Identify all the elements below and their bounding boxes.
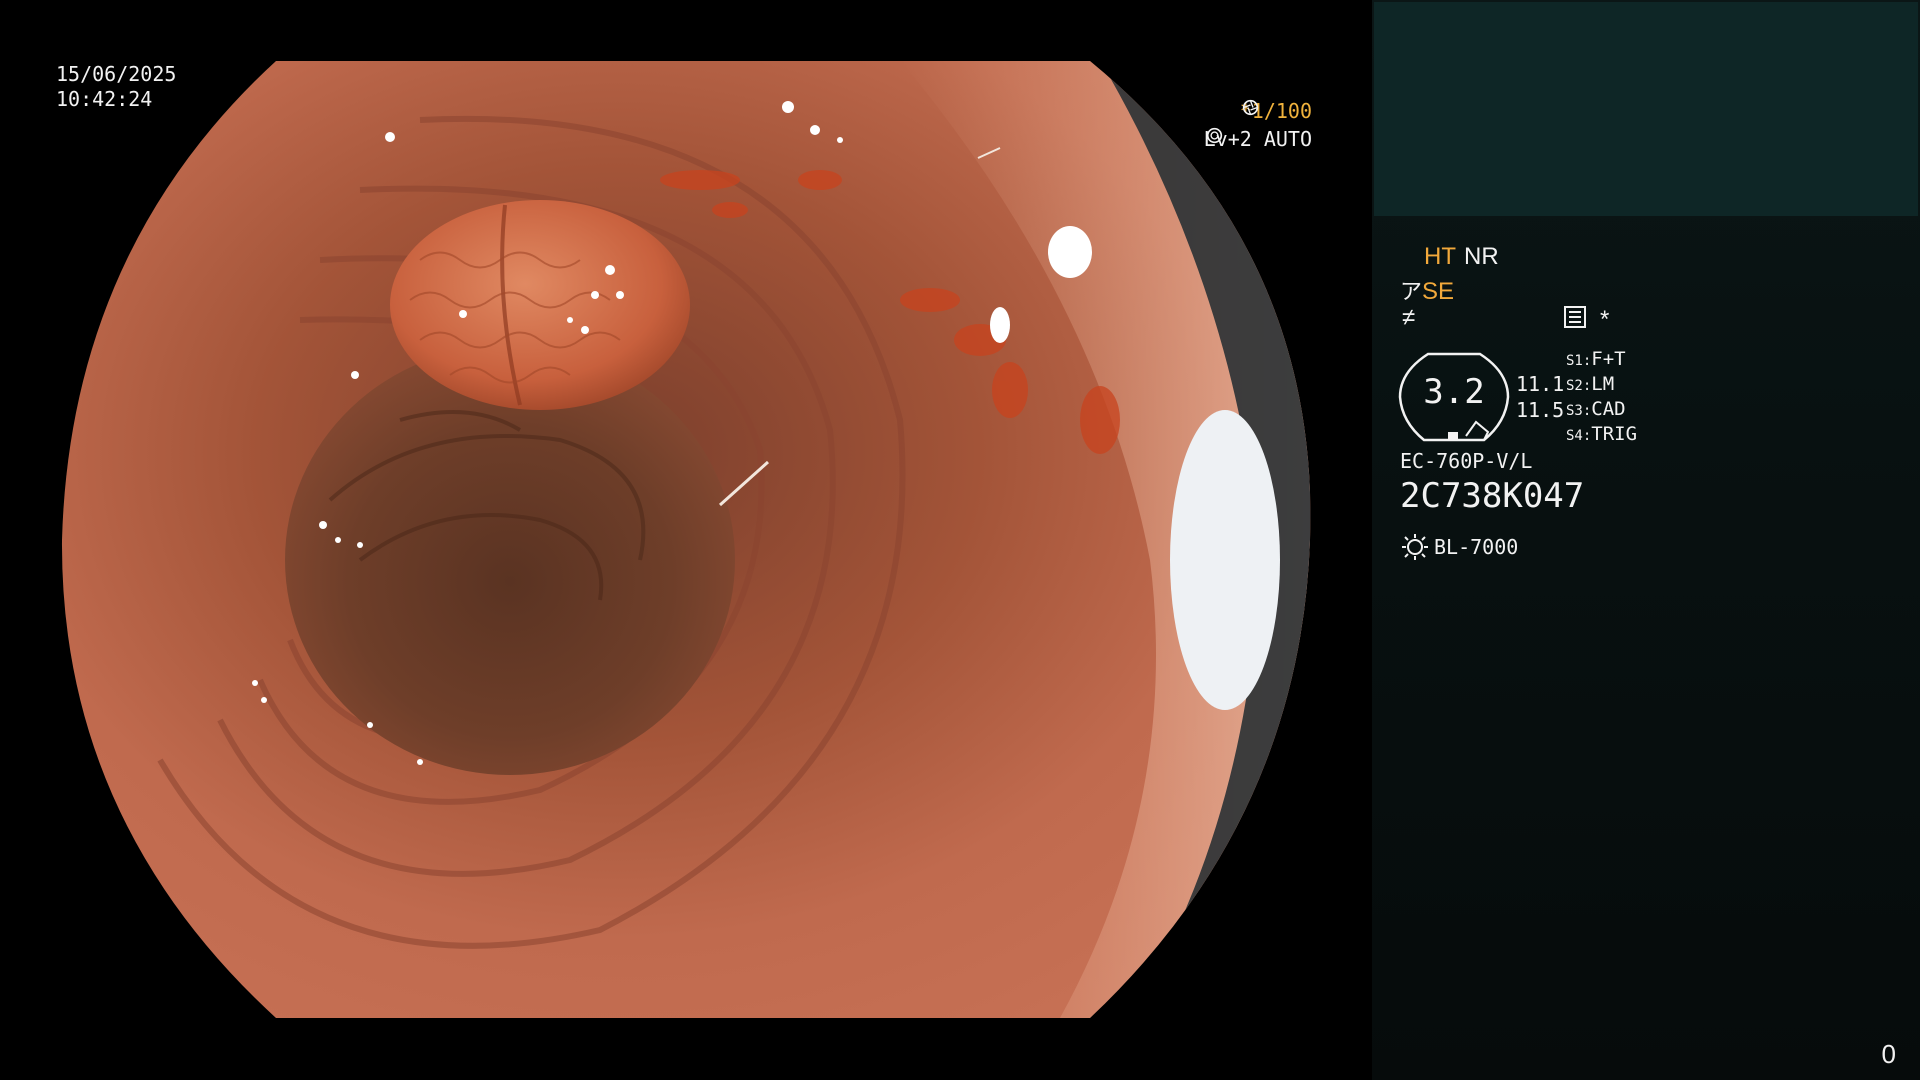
slot-value: F+T xyxy=(1591,348,1626,370)
structure-enhance-icon: ア xyxy=(1400,279,1423,304)
star-indicator: * xyxy=(1600,306,1610,333)
switch-slot-2: S2:LM xyxy=(1566,373,1614,395)
colon-lumen-image xyxy=(61,61,1311,1018)
shutter-speed: *1/100 xyxy=(1240,99,1312,124)
switch-slot-4: S4:TRIG xyxy=(1566,423,1637,445)
panel-header-area xyxy=(1374,2,1918,216)
menu-list-icon xyxy=(1564,306,1586,328)
nr-label: NR xyxy=(1464,243,1499,270)
lumen xyxy=(285,345,735,775)
level-value-2: 11.5 xyxy=(1516,398,1565,422)
scope-serial: 2C738K047 xyxy=(1400,476,1585,516)
not-equal-icon: ≠ xyxy=(1402,304,1416,331)
light-source-icon xyxy=(1402,534,1428,560)
aperture-icon xyxy=(1242,99,1258,116)
image-counter: 0 xyxy=(1881,1039,1896,1069)
brightness-level: Lv+2 AUTO xyxy=(1204,127,1312,152)
light-source-label: BL-7000 xyxy=(1434,535,1519,559)
light-reflection xyxy=(1170,410,1280,710)
time-text: 10:42:24 xyxy=(56,87,153,111)
zoom-value: 3.2 xyxy=(1423,372,1485,412)
slot-key: S4: xyxy=(1566,428,1592,444)
se-label: SE xyxy=(1422,278,1455,305)
slot-key: S1: xyxy=(1566,353,1592,369)
scope-model: EC-760P-V/L xyxy=(1400,449,1533,473)
endoscopy-view: 15/06/2025 10:42:24 *1/100 Lv+2 AUTO xyxy=(0,0,1372,1080)
slot-value: LM xyxy=(1591,373,1615,395)
switch-slot-3: S3:CAD xyxy=(1566,398,1626,420)
slot-value: TRIG xyxy=(1591,423,1638,445)
timestamp: 15/06/2025 10:42:24 xyxy=(56,62,176,112)
ht-label: HT xyxy=(1424,243,1456,270)
polyp xyxy=(390,200,690,410)
light-source: BL-7000 xyxy=(1400,532,1518,562)
iris-icon xyxy=(1206,127,1222,144)
switch-slot-1: S1:F+T xyxy=(1566,348,1626,370)
se-status: アSE xyxy=(1400,274,1454,306)
slot-key: S3: xyxy=(1566,403,1592,419)
slot-value: CAD xyxy=(1591,398,1626,420)
level-value-1: 11.1 xyxy=(1516,372,1565,396)
ht-nr-status: HT NR xyxy=(1424,243,1499,271)
slot-key: S2: xyxy=(1566,378,1592,394)
date-text: 15/06/2025 xyxy=(56,62,177,86)
